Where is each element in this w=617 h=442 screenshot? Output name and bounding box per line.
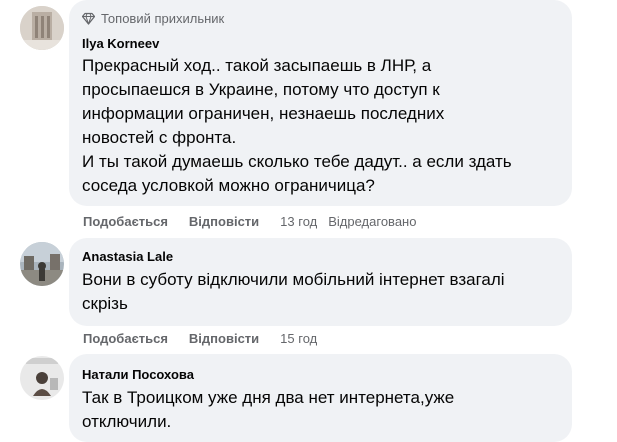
reply-button[interactable]: Відповісти <box>189 214 259 229</box>
avatar[interactable] <box>20 356 64 400</box>
edited-label[interactable]: Відредаговано <box>328 214 416 229</box>
comment-actions: Подобається Відповісти 13 год Відредагов… <box>83 214 416 229</box>
like-button[interactable]: Подобається <box>83 214 168 229</box>
timestamp[interactable]: 13 год <box>280 214 317 229</box>
comment-text: Прекрасный ход.. такой засыпаешь в ЛНР, … <box>82 56 512 195</box>
comment-bubble: Натали Посохова Так в Троицком уже дня д… <box>69 354 572 442</box>
timestamp[interactable]: 15 год <box>280 331 317 346</box>
comment: Anastasia Lale Вони в суботу відключили … <box>0 238 617 350</box>
comment-bubble: Топовий прихильник Ilya Korneev Прекрасн… <box>69 0 572 206</box>
badge-label: Топовий прихильник <box>101 11 225 26</box>
comment-author[interactable]: Anastasia Lale <box>82 249 173 264</box>
reply-button[interactable]: Відповісти <box>189 331 259 346</box>
comment-actions: Подобається Відповісти 15 год <box>83 331 328 346</box>
avatar[interactable] <box>20 6 64 50</box>
comment-bubble: Anastasia Lale Вони в суботу відключили … <box>69 238 572 326</box>
comment: Натали Посохова Так в Троицком уже дня д… <box>0 354 617 442</box>
avatar[interactable] <box>20 242 64 286</box>
diamond-icon <box>82 12 95 25</box>
comment-author[interactable]: Натали Посохова <box>82 367 194 382</box>
comment-author[interactable]: Ilya Korneev <box>82 36 159 51</box>
comment-text: Вони в суботу відключили мобільний інтер… <box>82 270 505 313</box>
comment-text: Так в Троицком уже дня два нет интернета… <box>82 388 455 431</box>
comment: Топовий прихильник Ilya Korneev Прекрасн… <box>0 0 617 238</box>
top-fan-badge: Топовий прихильник <box>82 11 224 26</box>
like-button[interactable]: Подобається <box>83 331 168 346</box>
